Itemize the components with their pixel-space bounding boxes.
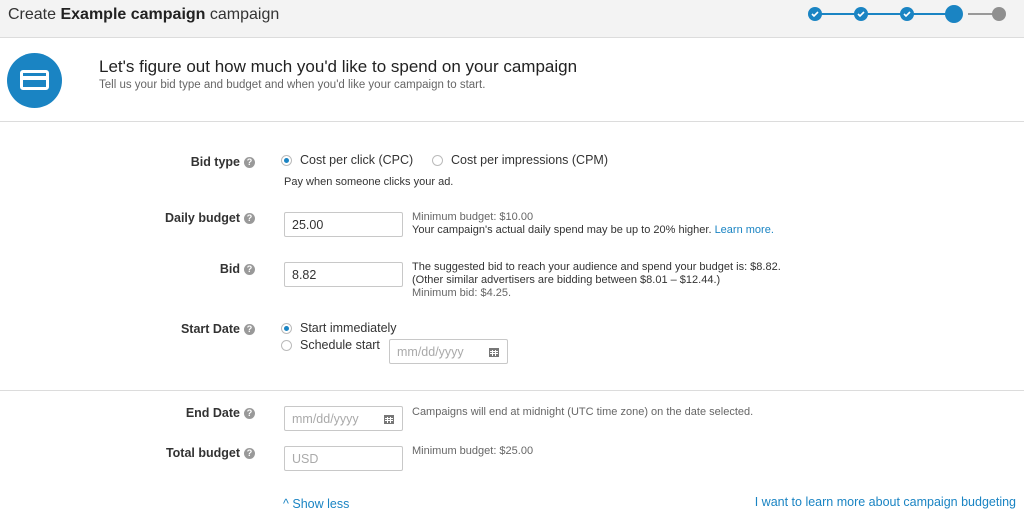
daily-budget-label: Daily budget?: [55, 211, 255, 225]
radio-start-immediately[interactable]: Start immediately: [281, 321, 397, 335]
daily-budget-input[interactable]: 25.00: [284, 212, 403, 237]
radio-schedule-start[interactable]: Schedule start: [281, 338, 380, 352]
total-budget-hint: Minimum budget: $25.00: [412, 445, 534, 457]
step-1-complete[interactable]: [808, 7, 822, 21]
help-icon[interactable]: ?: [244, 157, 255, 168]
section-divider: [0, 390, 1024, 391]
help-icon[interactable]: ?: [244, 324, 255, 335]
help-icon[interactable]: ?: [244, 264, 255, 275]
step-3-complete[interactable]: [900, 7, 914, 21]
title-suffix: campaign: [209, 6, 280, 23]
progress-stepper: [808, 5, 1008, 23]
total-budget-label: Total budget?: [55, 446, 255, 460]
stepper-line-complete: [815, 13, 959, 15]
step-2-complete[interactable]: [854, 7, 868, 21]
page-title: Create Example campaign campaign: [8, 6, 279, 24]
intro-subheading: Tell us your bid type and budget and whe…: [99, 79, 486, 91]
radio-unselected-icon: [432, 154, 443, 166]
chevron-up-icon: ^: [283, 497, 289, 511]
start-date-label: Start Date?: [55, 322, 255, 336]
bid-label: Bid?: [55, 262, 255, 276]
learn-more-link[interactable]: Learn more.: [715, 224, 774, 236]
title-prefix: Create: [8, 6, 57, 23]
radio-selected-icon: [281, 322, 292, 334]
radio-selected-icon: [281, 154, 292, 166]
bid-type-hint: Pay when someone clicks your ad.: [284, 176, 454, 188]
intro-section: Let's figure out how much you'd like to …: [0, 39, 1024, 122]
check-icon: [857, 11, 865, 18]
end-date-label: End Date?: [55, 406, 255, 420]
bid-input[interactable]: 8.82: [284, 262, 403, 287]
radio-unselected-icon: [281, 339, 292, 351]
help-icon[interactable]: ?: [244, 408, 255, 419]
check-icon: [811, 11, 819, 18]
check-icon: [903, 11, 911, 18]
radio-cpc[interactable]: Cost per click (CPC): [281, 153, 413, 167]
bid-type-label: Bid type?: [55, 155, 255, 169]
show-less-link[interactable]: ^ Show less: [283, 497, 349, 511]
daily-budget-hint: Minimum budget: $10.00 Your campaign's a…: [412, 211, 774, 236]
intro-heading: Let's figure out how much you'd like to …: [99, 57, 578, 76]
step-5-future: [992, 7, 1006, 21]
step-4-current: [945, 5, 963, 23]
end-date-hint: Campaigns will end at midnight (UTC time…: [412, 406, 754, 418]
top-bar: Create Example campaign campaign: [0, 0, 1024, 38]
end-date-input[interactable]: mm/dd/yyyy: [284, 406, 403, 431]
calendar-icon[interactable]: [384, 415, 394, 424]
bid-hint: The suggested bid to reach your audience…: [412, 261, 781, 299]
help-icon[interactable]: ?: [244, 448, 255, 459]
campaign-name: Example campaign: [60, 6, 206, 23]
calendar-icon[interactable]: [489, 348, 499, 357]
help-icon[interactable]: ?: [244, 213, 255, 224]
credit-card-icon: [7, 53, 62, 108]
radio-cpm[interactable]: Cost per impressions (CPM): [432, 153, 608, 167]
total-budget-input[interactable]: USD: [284, 446, 403, 471]
learn-budgeting-link[interactable]: I want to learn more about campaign budg…: [755, 495, 1016, 509]
start-date-input[interactable]: mm/dd/yyyy: [389, 339, 508, 364]
